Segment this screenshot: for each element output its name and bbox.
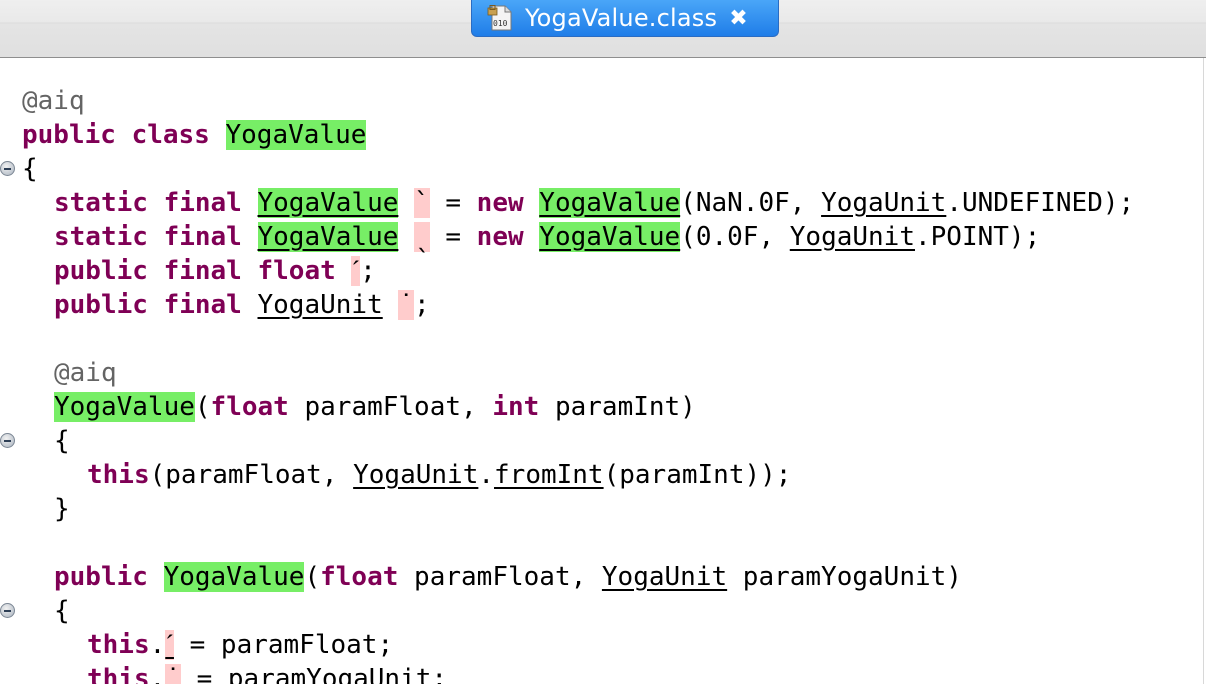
assignment: = paramFloat; <box>173 630 394 660</box>
brace: { <box>54 426 70 456</box>
params: paramFloat, <box>288 392 493 422</box>
params: paramYogaUnit) <box>727 562 962 592</box>
keyword: this <box>87 630 150 660</box>
keyword: new <box>476 188 524 218</box>
code-line: public final float ˊ; <box>54 254 376 288</box>
obfuscated-field[interactable]: ˙ <box>165 664 181 684</box>
obfuscated-field[interactable]: ˎ <box>414 222 430 252</box>
keyword: public <box>54 562 164 592</box>
annotation: @aiq <box>22 86 85 116</box>
operator: = <box>429 188 477 218</box>
type-link[interactable]: YogaUnit <box>821 188 946 218</box>
type-link[interactable]: YogaUnit <box>602 562 727 592</box>
dot: . <box>478 460 495 490</box>
args: .POINT); <box>915 222 1041 252</box>
keyword: static final <box>54 222 258 252</box>
dot: . <box>149 664 166 684</box>
code-line: this(paramFloat, YogaUnit.fromInt(paramI… <box>87 458 791 492</box>
code-line: static final YogaValue ` = new YogaValue… <box>54 186 1134 220</box>
semicolon: ; <box>360 256 376 286</box>
code-editor[interactable]: @aiq public class YogaValue { static fin… <box>0 58 1206 684</box>
assignment: = paramYogaUnit; <box>180 664 448 684</box>
fold-collapse-icon[interactable] <box>0 161 15 176</box>
type-link[interactable]: YogaUnit <box>353 460 478 490</box>
code-line: this.˙ = paramYogaUnit; <box>87 662 447 684</box>
constructor-highlight[interactable]: YogaValue <box>163 562 305 592</box>
obfuscated-field[interactable]: ˊ <box>351 256 361 286</box>
keyword: float <box>210 392 289 422</box>
keyword: public class <box>22 120 226 150</box>
args: (paramInt)); <box>603 460 792 490</box>
editor-tab-bar: 010 YogaValue.class ✖ <box>0 0 1206 58</box>
obfuscated-field[interactable]: ` <box>414 188 430 218</box>
dot: . <box>149 630 166 660</box>
keyword: int <box>492 392 540 422</box>
params: paramInt) <box>539 392 696 422</box>
code-line: @aiq <box>54 356 117 390</box>
class-name-highlight[interactable]: YogaValue <box>225 120 367 150</box>
annotation: @aiq <box>54 358 117 388</box>
code-line: @aiq <box>22 84 85 118</box>
keyword: public final <box>54 290 258 320</box>
keyword: static final <box>54 188 258 218</box>
constructor-link[interactable]: YogaValue <box>539 222 681 252</box>
code-line: public class YogaValue <box>22 118 367 152</box>
brace: } <box>54 494 70 524</box>
args: (paramFloat, <box>149 460 354 490</box>
code-line: public final YogaUnit ˙; <box>54 288 430 322</box>
type-link[interactable]: YogaUnit <box>258 290 383 320</box>
tab-title: YogaValue.class <box>525 4 718 32</box>
keyword: float <box>320 562 399 592</box>
svg-text:010: 010 <box>493 19 508 28</box>
code-line: { <box>54 594 70 628</box>
code-line: { <box>54 424 70 458</box>
keyword: public final float <box>54 256 352 286</box>
obfuscated-field[interactable]: ˙ <box>398 290 415 320</box>
keyword: this <box>87 664 150 684</box>
type-link[interactable]: YogaValue <box>257 222 399 252</box>
args: (NaN.0F, <box>680 188 822 218</box>
code-line: } <box>54 492 70 526</box>
class-file-icon: 010 <box>487 4 515 32</box>
paren: ( <box>304 562 321 592</box>
tab-yogavalue-class[interactable]: 010 YogaValue.class ✖ <box>471 0 779 37</box>
keyword: new <box>476 222 524 252</box>
code-line: { <box>22 152 38 186</box>
args: (0.0F, <box>680 222 790 252</box>
code-line: this.ˊ = paramFloat; <box>87 628 393 662</box>
keyword: this <box>87 460 150 490</box>
fold-collapse-icon[interactable] <box>0 433 15 448</box>
semicolon: ; <box>414 290 430 320</box>
code-line: public YogaValue(float paramFloat, YogaU… <box>54 560 962 594</box>
obfuscated-field[interactable]: ˊ <box>165 630 174 660</box>
method-link[interactable]: fromInt <box>494 460 604 490</box>
args: .UNDEFINED); <box>946 188 1135 218</box>
close-icon[interactable]: ✖ <box>729 6 747 31</box>
brace: { <box>54 596 70 626</box>
type-link[interactable]: YogaUnit <box>790 222 915 252</box>
constructor-link[interactable]: YogaValue <box>539 188 681 218</box>
brace: { <box>22 154 38 184</box>
paren: ( <box>194 392 211 422</box>
constructor-highlight[interactable]: YogaValue <box>54 392 195 422</box>
type-link[interactable]: YogaValue <box>257 188 399 218</box>
fold-collapse-icon[interactable] <box>0 603 15 618</box>
params: paramFloat, <box>398 562 602 592</box>
code-line: static final YogaValue ˎ = new YogaValue… <box>54 220 1040 254</box>
code-line: YogaValue(float paramFloat, int paramInt… <box>54 390 696 424</box>
operator: = <box>429 222 477 252</box>
